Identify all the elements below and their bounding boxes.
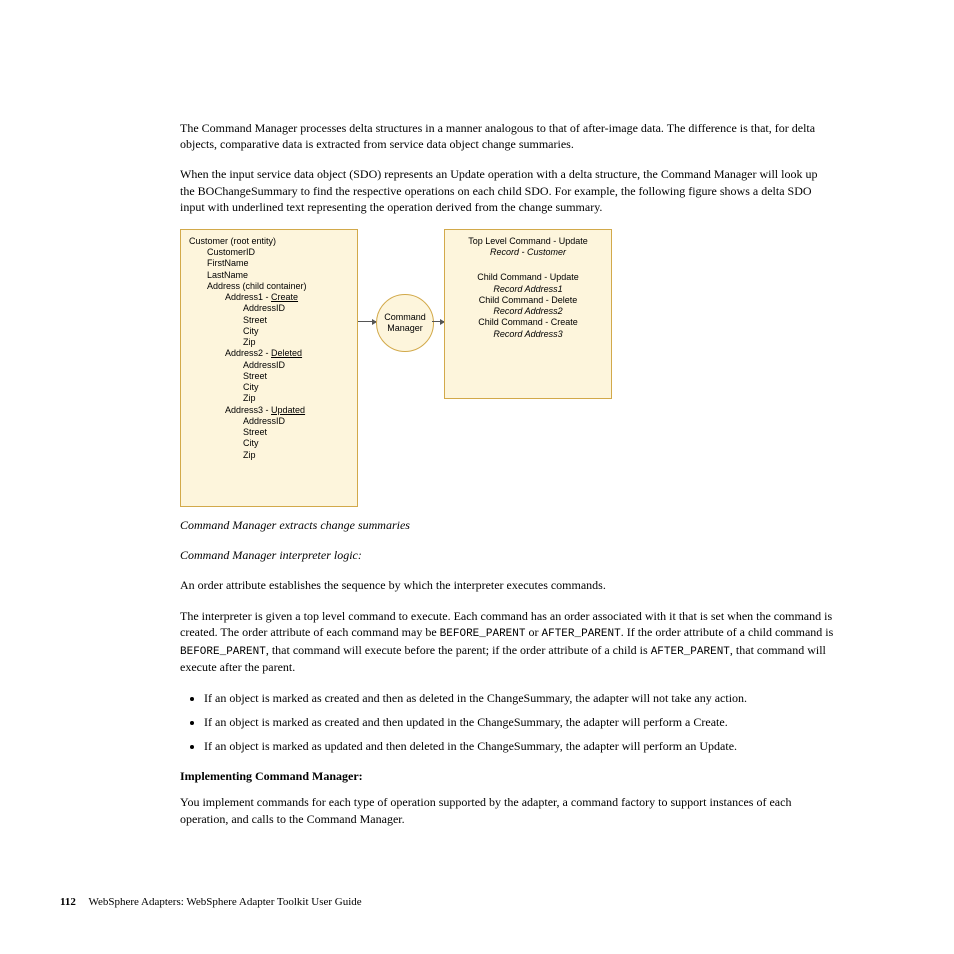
diagram-text: Record Address2: [453, 306, 603, 317]
figure-caption: Command Manager interpreter logic:: [180, 547, 834, 563]
paragraph: The Command Manager processes delta stru…: [180, 120, 834, 152]
diagram-text: Zip: [189, 450, 349, 461]
diagram-text: Record Address3: [453, 329, 603, 340]
diagram-text: AddressID: [189, 303, 349, 314]
diagram-text: Top Level Command - Update: [453, 236, 603, 247]
diagram-text: Address2 - Deleted: [189, 348, 349, 359]
diagram-text: Street: [189, 427, 349, 438]
paragraph: An order attribute establishes the seque…: [180, 577, 834, 593]
list-item: If an object is marked as created and th…: [204, 690, 834, 706]
footer-title: WebSphere Adapters: WebSphere Adapter To…: [88, 896, 361, 908]
paragraph: When the input service data object (SDO)…: [180, 166, 834, 215]
arrow-icon: [432, 321, 444, 322]
paragraph: The interpreter is given a top level com…: [180, 608, 834, 676]
diagram-text: Address1 - Create: [189, 292, 349, 303]
section-heading: Implementing Command Manager:: [180, 768, 834, 784]
diagram-text: LastName: [189, 270, 349, 281]
diagram-command-manager: Customer (root entity) CustomerID FirstN…: [180, 229, 620, 507]
diagram-text: City: [189, 326, 349, 337]
diagram-text: Command Manager: [384, 312, 426, 335]
diagram-text: Zip: [189, 393, 349, 404]
diagram-text: Child Command - Update: [453, 272, 603, 283]
diagram-text: CustomerID: [189, 247, 349, 258]
arrow-icon: [358, 321, 376, 322]
list-item: If an object is marked as created and th…: [204, 714, 834, 730]
diagram-left-box: Customer (root entity) CustomerID FirstN…: [180, 229, 358, 507]
diagram-text: Street: [189, 315, 349, 326]
bullet-list: If an object is marked as created and th…: [180, 690, 834, 755]
diagram-text: Record Address1: [453, 284, 603, 295]
diagram-right-box: Top Level Command - Update Record - Cust…: [444, 229, 612, 399]
figure-caption: Command Manager extracts change summarie…: [180, 517, 834, 533]
diagram-text: Child Command - Create: [453, 317, 603, 328]
diagram-text: Zip: [189, 337, 349, 348]
diagram-text: Address (child container): [189, 281, 349, 292]
page-footer: 112 WebSphere Adapters: WebSphere Adapte…: [60, 896, 362, 908]
diagram-text: AddressID: [189, 360, 349, 371]
paragraph: You implement commands for each type of …: [180, 794, 834, 826]
page-number: 112: [60, 896, 76, 908]
diagram-text: FirstName: [189, 258, 349, 269]
page-body: The Command Manager processes delta stru…: [0, 0, 954, 827]
diagram-text: Address3 - Updated: [189, 405, 349, 416]
diagram-text: City: [189, 438, 349, 449]
diagram-text: City: [189, 382, 349, 393]
diagram-text: Record - Customer: [453, 247, 603, 258]
diagram-center-circle: Command Manager: [376, 294, 434, 352]
list-item: If an object is marked as updated and th…: [204, 738, 834, 754]
diagram-text: Child Command - Delete: [453, 295, 603, 306]
diagram-text: AddressID: [189, 416, 349, 427]
diagram-text: Customer (root entity): [189, 236, 349, 247]
diagram-text: Street: [189, 371, 349, 382]
